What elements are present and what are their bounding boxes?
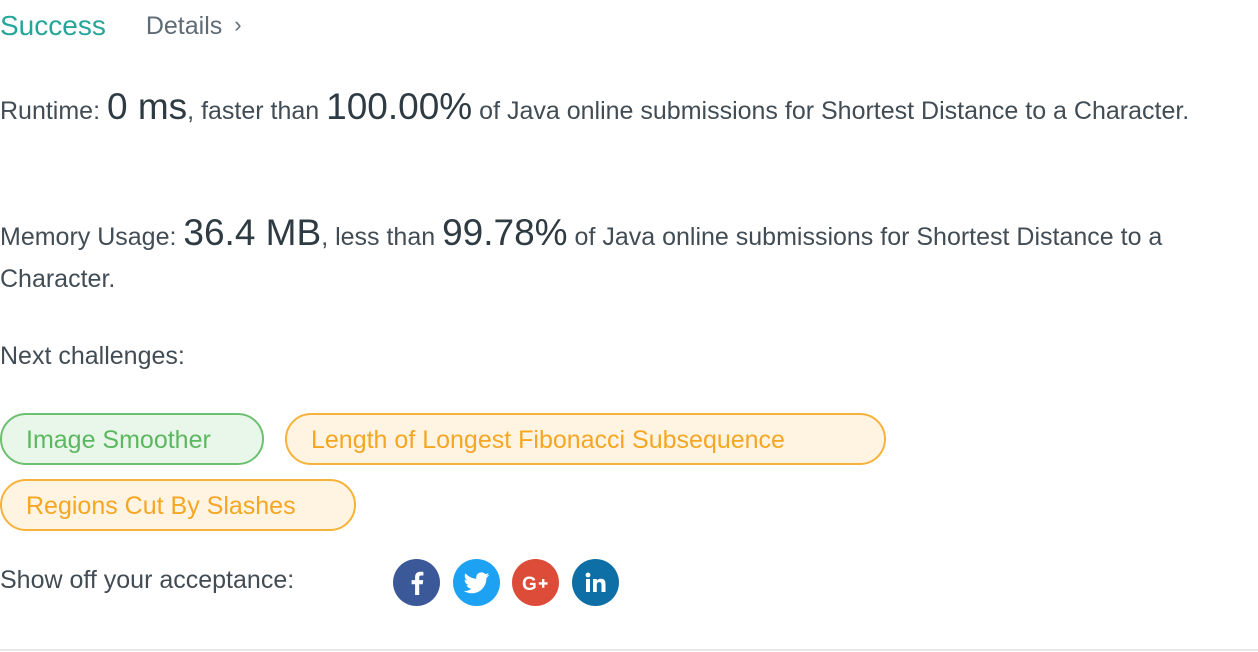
runtime-suffix: of Java online submissions for Shortest … bbox=[472, 97, 1190, 125]
google-plus-share-button[interactable]: G bbox=[512, 559, 559, 606]
memory-stat: Memory Usage: 36.4 MB, less than 99.78% … bbox=[0, 212, 1250, 300]
bottom-divider bbox=[0, 649, 1258, 651]
details-label: Details bbox=[145, 11, 223, 40]
memory-middle-text: , less than bbox=[321, 223, 443, 251]
memory-value: 36.4 MB bbox=[183, 212, 322, 253]
twitter-share-button[interactable] bbox=[453, 559, 500, 606]
facebook-icon bbox=[411, 571, 423, 595]
challenge-chip-regions-cut-by-slashes[interactable]: Regions Cut By Slashes bbox=[0, 479, 356, 531]
submission-status: Success bbox=[0, 10, 106, 41]
linkedin-share-button[interactable] bbox=[572, 559, 619, 606]
runtime-middle-text: , faster than bbox=[187, 97, 327, 125]
result-header: Success Details › bbox=[0, 6, 242, 46]
runtime-value: 0 ms bbox=[106, 86, 188, 127]
runtime-stat: Runtime: 0 ms, faster than 100.00% of Ja… bbox=[0, 86, 1250, 132]
runtime-percent: 100.00% bbox=[326, 86, 473, 127]
share-label: Show off your acceptance: bbox=[0, 566, 295, 594]
chevron-right-icon: › bbox=[234, 12, 242, 37]
challenge-chip-image-smoother[interactable]: Image Smoother bbox=[0, 413, 264, 465]
facebook-share-button[interactable] bbox=[393, 559, 440, 606]
challenge-chip-longest-fibonacci-subsequence[interactable]: Length of Longest Fibonacci Subsequence bbox=[285, 413, 886, 465]
next-challenges-label: Next challenges: bbox=[0, 342, 185, 370]
memory-label: Memory Usage: bbox=[0, 223, 184, 251]
twitter-icon bbox=[463, 571, 489, 593]
google-plus-icon: G bbox=[522, 574, 548, 593]
details-link[interactable]: Details › bbox=[146, 12, 242, 41]
runtime-label: Runtime: bbox=[0, 97, 107, 125]
svg-text:G: G bbox=[522, 574, 537, 593]
memory-percent: 99.78% bbox=[442, 212, 568, 253]
linkedin-icon bbox=[585, 572, 605, 592]
